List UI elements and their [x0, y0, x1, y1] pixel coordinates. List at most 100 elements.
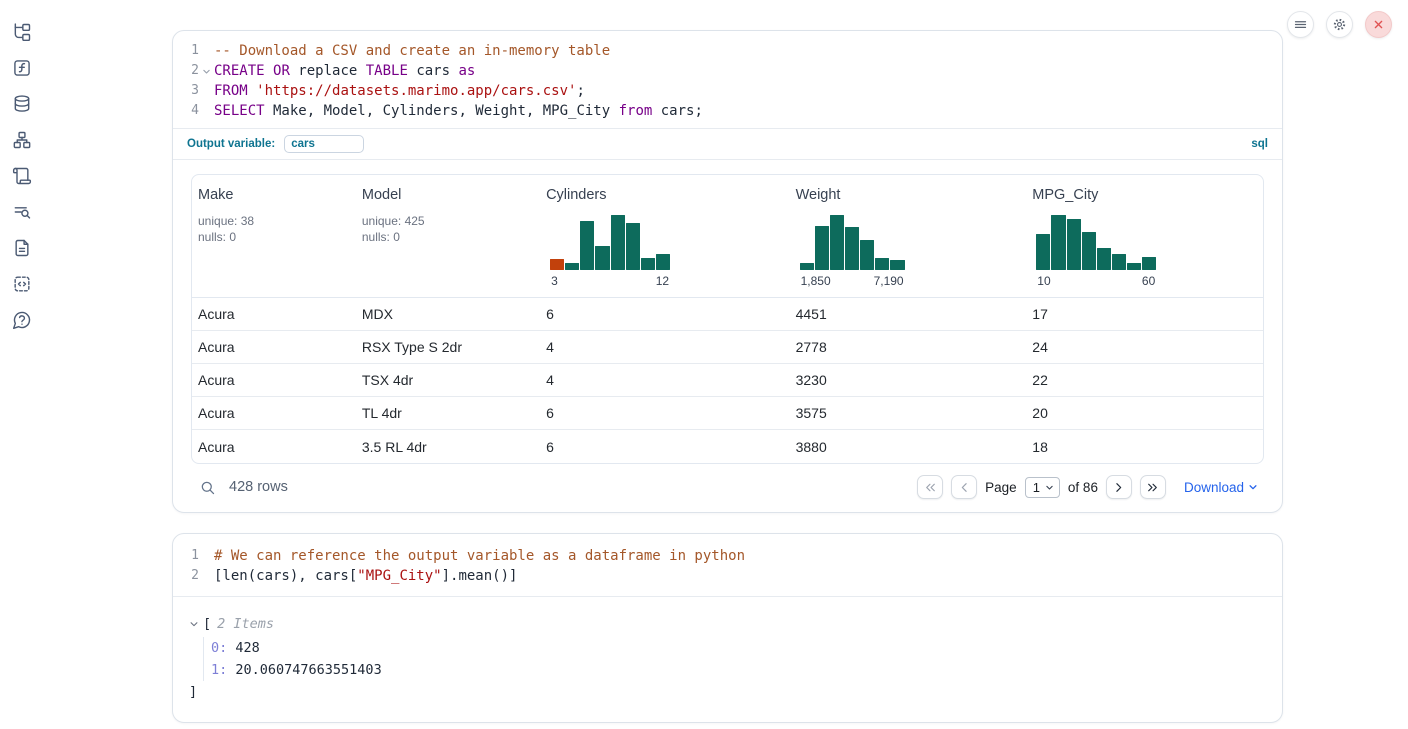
tree-item: 1: 20.060747663551403: [211, 659, 1266, 681]
table-cell: Acura: [192, 405, 356, 421]
tree-root[interactable]: [ 2 Items: [189, 614, 1266, 634]
histogram-bar[interactable]: [1112, 254, 1126, 270]
column-header[interactable]: Cylinders312: [540, 175, 790, 297]
settings-button[interactable]: [1326, 11, 1353, 38]
code-text: FROM 'https://datasets.marimo.app/cars.c…: [214, 81, 1282, 101]
table-cell: Acura: [192, 306, 356, 322]
download-button[interactable]: Download: [1184, 480, 1258, 495]
histogram-bar[interactable]: [550, 259, 564, 270]
table-cell: 17: [1026, 306, 1263, 322]
table-row[interactable]: Acura3.5 RL 4dr6388018: [192, 430, 1263, 463]
column-header[interactable]: Weight1,8507,190: [790, 175, 1027, 297]
logs-icon[interactable]: [11, 201, 33, 223]
file-explorer-icon[interactable]: [11, 21, 33, 43]
cell-sql: 1 -- Download a CSV and create an in-memo…: [172, 30, 1283, 513]
histogram-axis-labels: 1060: [1036, 274, 1156, 288]
table-row[interactable]: AcuraTL 4dr6357520: [192, 397, 1263, 430]
table-cell: 4451: [790, 306, 1027, 322]
first-page-button[interactable]: [917, 475, 943, 499]
histogram-bar[interactable]: [1127, 263, 1141, 270]
next-page-button[interactable]: [1106, 475, 1132, 499]
code-line[interactable]: 4SELECT Make, Model, Cylinders, Weight, …: [173, 101, 1282, 121]
histogram-bar[interactable]: [1051, 215, 1065, 270]
histogram-bar[interactable]: [1082, 232, 1096, 270]
histogram-bar[interactable]: [815, 226, 829, 270]
chevron-down-icon[interactable]: [189, 619, 201, 629]
close-icon: [1371, 17, 1386, 32]
hamburger-icon: [1293, 17, 1308, 32]
histogram-bar[interactable]: [1142, 257, 1156, 270]
table-cell: 3230: [790, 372, 1027, 388]
help-icon[interactable]: [11, 309, 33, 331]
table-row[interactable]: AcuraTSX 4dr4323022: [192, 364, 1263, 397]
column-histogram[interactable]: [550, 215, 670, 270]
histogram-bar[interactable]: [595, 246, 609, 270]
tree-item-key: 1:: [211, 662, 227, 678]
code-text: CREATE OR replace TABLE cars as: [214, 61, 1282, 81]
variables-icon[interactable]: [11, 57, 33, 79]
table-cell: TSX 4dr: [356, 372, 540, 388]
table-cell: 18: [1026, 439, 1263, 455]
column-stats: unique: 38nulls: 0: [198, 213, 356, 245]
column-histogram[interactable]: [800, 215, 905, 270]
table-row[interactable]: AcuraMDX6445117: [192, 298, 1263, 331]
column-histogram[interactable]: [1036, 215, 1156, 270]
notebook: 1 -- Download a CSV and create an in-memo…: [172, 30, 1283, 723]
histogram-bar[interactable]: [845, 227, 859, 270]
last-page-button[interactable]: [1140, 475, 1166, 499]
scratchpad-icon[interactable]: [11, 165, 33, 187]
line-number: 3: [173, 81, 199, 101]
chevrons-right-icon: [1146, 481, 1159, 494]
code-text: SELECT Make, Model, Cylinders, Weight, M…: [214, 101, 1282, 121]
fold-gutter: [199, 41, 214, 61]
sql-output-area: Makeunique: 38nulls: 0Modelunique: 425nu…: [173, 159, 1282, 512]
histogram-bar[interactable]: [860, 240, 874, 270]
column-header[interactable]: Modelunique: 425nulls: 0: [356, 175, 540, 297]
code-text: -- Download a CSV and create an in-memor…: [214, 41, 1282, 61]
histogram-bar[interactable]: [1036, 234, 1050, 270]
prev-page-button[interactable]: [951, 475, 977, 499]
output-variable-input[interactable]: [284, 135, 364, 153]
histogram-bar[interactable]: [656, 254, 670, 270]
line-number: 1: [173, 41, 199, 61]
histogram-bar[interactable]: [875, 258, 889, 270]
histogram-bar[interactable]: [830, 215, 844, 270]
documentation-icon[interactable]: [11, 237, 33, 259]
column-header[interactable]: Makeunique: 38nulls: 0: [192, 175, 356, 297]
table-cell: 6: [540, 405, 790, 421]
histogram-bar[interactable]: [626, 223, 640, 270]
histogram-bar[interactable]: [611, 215, 625, 270]
histogram-bar[interactable]: [580, 221, 594, 270]
table-cell: 22: [1026, 372, 1263, 388]
dependency-graph-icon[interactable]: [11, 129, 33, 151]
tree-open-bracket: [: [203, 616, 211, 632]
code-line[interactable]: 3 FROM 'https://datasets.marimo.app/cars.…: [173, 81, 1282, 101]
chevrons-left-icon: [924, 481, 937, 494]
menu-button[interactable]: [1287, 11, 1314, 38]
code-line[interactable]: 2CREATE OR replace TABLE cars as: [173, 61, 1282, 81]
fold-chevron-icon[interactable]: [199, 61, 214, 81]
tree-items-count: 2 Items: [217, 616, 274, 632]
shutdown-button[interactable]: [1365, 11, 1392, 38]
code-line[interactable]: 1# We can reference the output variable …: [173, 546, 1282, 566]
snippets-icon[interactable]: [11, 273, 33, 295]
table-body: AcuraMDX6445117AcuraRSX Type S 2dr427782…: [192, 298, 1263, 463]
fold-gutter: [199, 566, 214, 586]
histogram-bar[interactable]: [890, 260, 904, 270]
page-select[interactable]: 1: [1025, 477, 1060, 498]
code-line[interactable]: 2[len(cars), cars["MPG_City"].mean()]: [173, 566, 1282, 586]
table-cell: 6: [540, 439, 790, 455]
histogram-bar[interactable]: [800, 263, 814, 270]
datasources-icon[interactable]: [11, 93, 33, 115]
search-icon[interactable]: [199, 479, 216, 496]
python-code-editor[interactable]: 1# We can reference the output variable …: [173, 534, 1282, 596]
histogram-bar[interactable]: [641, 258, 655, 270]
histogram-bar[interactable]: [1097, 248, 1111, 270]
sql-code-editor[interactable]: 1 -- Download a CSV and create an in-memo…: [173, 31, 1282, 128]
code-line[interactable]: 1 -- Download a CSV and create an in-memo…: [173, 41, 1282, 61]
histogram-bar[interactable]: [565, 263, 579, 270]
chevron-down-icon: [1045, 483, 1054, 492]
column-header[interactable]: MPG_City1060: [1026, 175, 1263, 297]
histogram-bar[interactable]: [1067, 219, 1081, 270]
table-row[interactable]: AcuraRSX Type S 2dr4277824: [192, 331, 1263, 364]
